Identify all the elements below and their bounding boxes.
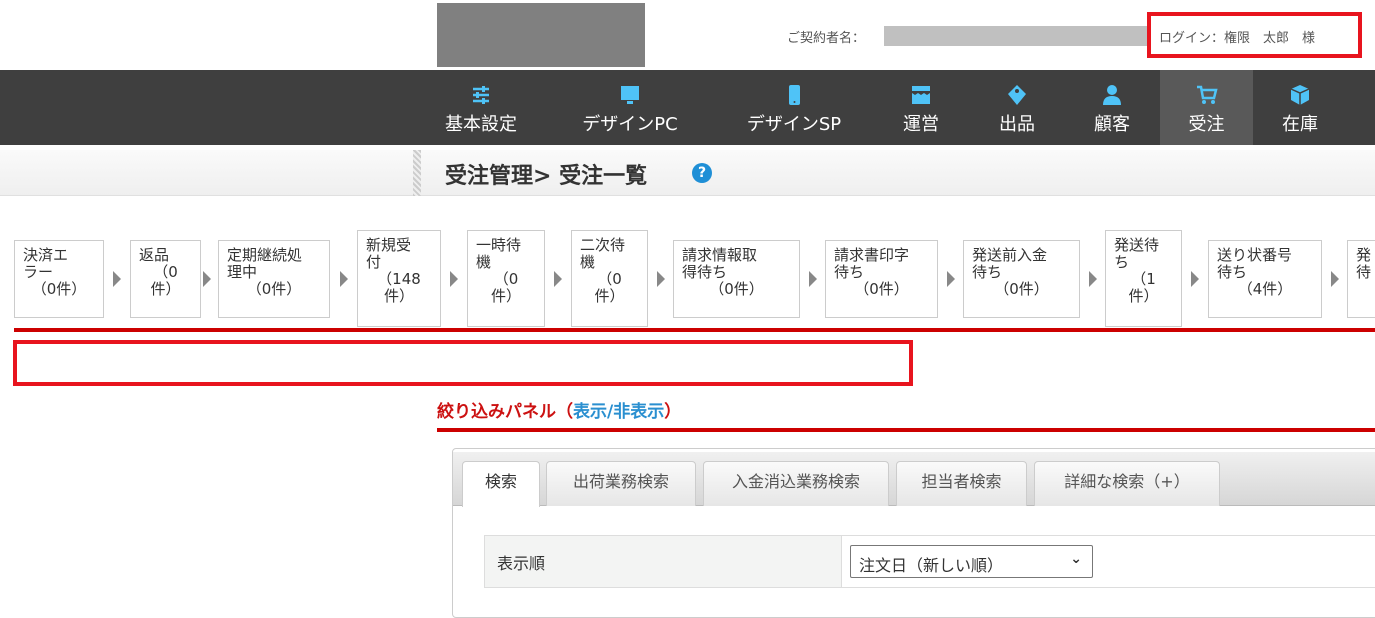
help-icon[interactable]: ? [692,163,712,183]
status-count: （0 件） [490,270,521,305]
status-label: 請求書印字 待ち [834,246,910,281]
arrow-right-icon [947,271,955,287]
tab-shipping-search[interactable]: 出荷業務検索 [546,461,696,506]
highlight-box [13,340,913,386]
sort-order-select[interactable]: 注文日（新しい順） ⌄ [850,545,1093,578]
arrow-right-icon [1331,271,1339,287]
status-label: 発送前入金 待ち [972,246,1048,281]
title-bar [0,150,1375,196]
status-awaiting-shipment[interactable]: 発送待 ち（1 件） [1105,230,1182,327]
nav-label: デザインPC [582,114,678,135]
nav-item-orders[interactable]: 受注 [1160,70,1253,145]
filter-title-text: 絞り込みパネル（ [437,402,573,422]
status-new[interactable]: 新規受 付（148 件） [357,230,441,327]
arrow-right-icon [203,271,211,287]
status-label: 発 待 [1356,246,1372,281]
status-returns[interactable]: 返品 （0 件） [130,240,201,318]
title-stripe [413,150,421,196]
status-count: （0件） [246,280,302,298]
status-count: （0 件） [594,270,625,305]
smartphone-icon [789,85,800,105]
arrow-right-icon [657,271,665,287]
status-label: 一時待 機 [476,236,522,271]
tab-advanced-search[interactable]: 詳細な検索（+） [1034,461,1220,506]
status-count: （0件） [994,280,1049,298]
filter-title-end: ） [664,402,682,422]
contract-name-redacted [884,26,1150,46]
main-nav: 基本設定 デザインPC デザインSP 運営 出品 顧客 受注 在庫 [0,70,1375,145]
tag-icon [1008,85,1026,105]
status-billing-info[interactable]: 請求情報取 得待ち （0件） [673,240,800,318]
arrow-right-icon [340,271,348,287]
nav-item-design-sp[interactable]: デザインSP [730,70,858,145]
status-count: （0件） [709,280,764,298]
status-tracking-number[interactable]: 送り状番号 待ち （4件） [1208,240,1322,318]
arrow-right-icon [1191,271,1199,287]
status-label: 送り状番号 待ち [1217,246,1293,281]
nav-label: 受注 [1188,114,1225,135]
status-next[interactable]: 発 待 [1347,240,1375,318]
arrow-right-icon [113,271,121,287]
status-label: 請求情報取 得待ち [682,246,758,281]
status-count: （0件） [854,280,909,298]
chevron-down-icon: ⌄ [1070,551,1082,567]
status-count: （1 件） [1128,270,1159,305]
sort-order-value: 注文日（新しい順） [859,556,1004,575]
nav-label: デザインSP [746,114,842,135]
nav-item-design-pc[interactable]: デザインPC [566,70,694,145]
status-count: （4件） [1237,280,1293,298]
status-payment-error[interactable]: 決済エ ラー （0件） [14,240,104,318]
login-user-text: ログイン：権限 太郎 様 [1147,12,1362,58]
status-label: 返品 [139,246,170,264]
nav-label: 在庫 [1282,114,1318,135]
user-icon [1103,85,1121,105]
arrow-right-icon [554,271,562,287]
nav-item-operation[interactable]: 運営 [890,70,952,145]
nav-item-basic-settings[interactable]: 基本設定 [432,70,530,145]
page-title: 受注管理> 受注一覧 [445,164,648,189]
cart-icon [1196,85,1218,104]
tab-staff-search[interactable]: 担当者検索 [896,461,1027,506]
nav-label: 顧客 [1094,114,1130,135]
sliders-icon [473,86,489,104]
box-icon [1290,85,1310,105]
status-label: 定期継続処 理中 [227,246,303,281]
status-invoice-print[interactable]: 請求書印字 待ち （0件） [825,240,938,318]
tab-payment-search[interactable]: 入金消込業務検索 [703,461,889,506]
status-hold-1[interactable]: 一時待 機（0 件） [467,230,545,327]
arrow-right-icon [809,271,817,287]
tab-search[interactable]: 検索 [462,461,540,507]
nav-item-listing[interactable]: 出品 [986,70,1048,145]
divider [437,428,1375,432]
sort-order-label: 表示順 [484,535,842,588]
arrow-right-icon [1089,271,1097,287]
status-label: 決済エ ラー [23,246,69,281]
arrow-right-icon [450,271,458,287]
nav-label: 運営 [903,114,939,135]
nav-item-inventory[interactable]: 在庫 [1262,70,1338,145]
contract-name-label: ご契約者名： [787,31,866,46]
status-prepayment[interactable]: 発送前入金 待ち （0件） [963,240,1080,318]
nav-label: 出品 [999,114,1035,135]
logo-redacted [437,3,645,67]
status-label: 新規受 付 [366,236,412,271]
status-count: （0件） [31,280,87,298]
nav-item-customer[interactable]: 顧客 [1081,70,1143,145]
nav-label: 基本設定 [445,114,517,135]
status-label: 二次待 機 [580,236,626,271]
status-hold-2[interactable]: 二次待 機（0 件） [571,230,648,327]
monitor-icon [621,86,639,104]
status-count: （148 件） [377,270,421,305]
status-label: 発送待 ち [1114,236,1160,271]
store-icon [912,86,930,104]
filter-toggle-link[interactable]: 表示/非表示 [573,402,664,422]
filter-panel-title: 絞り込みパネル（表示/非表示） [437,397,681,422]
status-count: （0 件） [150,263,181,298]
divider [14,328,1375,332]
status-recurring[interactable]: 定期継続処 理中 （0件） [218,240,330,318]
